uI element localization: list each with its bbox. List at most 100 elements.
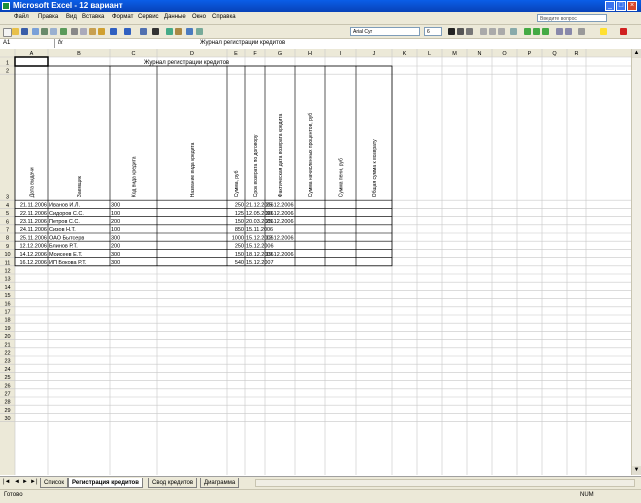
header-6: Срок возврата по договору xyxy=(253,134,259,197)
title-bar: Microsoft Excel - 12 вариант _ □ × xyxy=(0,0,641,12)
cell-r6-c7: 25.12.2006 xyxy=(266,219,294,225)
row-header-8: 8 xyxy=(6,236,9,242)
horizontal-scrollbar[interactable] xyxy=(255,479,635,487)
permission-icon[interactable] xyxy=(32,28,39,35)
header-8: Сумма начисленных процентов, руб xyxy=(308,113,314,197)
chart-wizard-icon[interactable] xyxy=(186,28,193,35)
comma-icon[interactable] xyxy=(542,28,549,35)
autosum-icon[interactable] xyxy=(152,28,159,35)
name-box[interactable]: A1 xyxy=(0,39,55,48)
grid-canvas[interactable]: A B C D E F G H I J K L M N O P Q R1234567891011121314151… xyxy=(0,49,641,475)
selected-cell-a1[interactable] xyxy=(14,56,49,67)
menu-format[interactable]: Формат xyxy=(112,14,133,20)
vertical-scrollbar[interactable]: ▲ ▼ xyxy=(631,49,641,475)
scroll-down-icon[interactable]: ▼ xyxy=(632,466,641,475)
cell-r5-c2: Сидоров С.С. xyxy=(49,211,84,217)
open-icon[interactable] xyxy=(12,28,19,35)
font-name-select[interactable]: Arial Cyr xyxy=(350,27,420,36)
cell-r7-c5: 850 xyxy=(235,227,244,233)
row-header-19: 19 xyxy=(4,326,10,332)
increase-decimal-icon[interactable] xyxy=(565,28,572,35)
excel-icon xyxy=(2,2,10,10)
new-icon[interactable] xyxy=(3,28,12,37)
underline-icon[interactable] xyxy=(466,28,473,35)
format-painter-icon[interactable] xyxy=(98,28,105,35)
hyperlink-icon[interactable] xyxy=(140,28,147,35)
row-header-23: 23 xyxy=(4,359,10,365)
tab-chart[interactable]: Диаграмма xyxy=(200,478,240,488)
tab-registration[interactable]: Регистрация кредитов xyxy=(68,478,143,488)
column-header-Q: Q xyxy=(552,51,557,57)
menu-tools[interactable]: Сервис xyxy=(138,14,159,20)
font-size-select[interactable]: 6 xyxy=(424,27,442,36)
copy-icon[interactable] xyxy=(80,28,87,35)
tab-summary[interactable]: Свод кредитов xyxy=(148,478,198,488)
header-1: Дата выдачи xyxy=(30,167,36,197)
menu-view[interactable]: Вид xyxy=(66,14,77,20)
prev-sheet-icon[interactable]: ◄ xyxy=(14,479,20,485)
save-icon[interactable] xyxy=(21,28,28,35)
status-ready: Готово xyxy=(4,492,23,498)
row-header-25: 25 xyxy=(4,375,10,381)
menu-edit[interactable]: Правка xyxy=(38,14,58,20)
menu-window[interactable]: Окно xyxy=(192,14,206,20)
undo-icon[interactable] xyxy=(110,28,117,35)
cell-r10-c5: 150 xyxy=(235,252,244,258)
formula-input[interactable]: Журнал регистрации кредитов xyxy=(200,39,285,48)
column-header-bar xyxy=(0,49,641,57)
first-sheet-icon[interactable]: |◄ xyxy=(3,479,11,485)
help-search-input[interactable]: Введите вопрос xyxy=(537,14,607,22)
percent-icon[interactable] xyxy=(533,28,540,35)
menu-insert[interactable]: Вставка xyxy=(82,14,104,20)
redo-icon[interactable] xyxy=(124,28,131,35)
fill-color-icon[interactable] xyxy=(600,28,607,35)
cell-r7-c3: 100 xyxy=(111,227,120,233)
close-button[interactable]: × xyxy=(627,1,637,11)
toolbar: Arial Cyr 6 xyxy=(0,25,641,39)
bold-icon[interactable] xyxy=(448,28,455,35)
column-header-O: O xyxy=(502,51,507,57)
currency-icon[interactable] xyxy=(524,28,531,35)
merge-center-icon[interactable] xyxy=(510,28,517,35)
cut-icon[interactable] xyxy=(71,28,78,35)
spelling-icon[interactable] xyxy=(60,28,67,35)
sort-asc-icon[interactable] xyxy=(166,28,173,35)
row-header-27: 27 xyxy=(4,392,10,398)
cell-r9-c1: 12.12.2006 xyxy=(19,244,47,250)
header-3: Код вида кредита xyxy=(132,156,138,197)
font-color-icon[interactable] xyxy=(620,28,627,35)
minimize-button[interactable]: _ xyxy=(605,1,615,11)
drawing-icon[interactable] xyxy=(196,28,203,35)
menu-file[interactable]: Файл xyxy=(14,14,29,20)
row-header-2: 2 xyxy=(6,69,9,75)
align-center-icon[interactable] xyxy=(489,28,496,35)
paste-icon[interactable] xyxy=(89,28,96,35)
maximize-button[interactable]: □ xyxy=(616,1,626,11)
print-icon[interactable] xyxy=(41,28,48,35)
borders-icon[interactable] xyxy=(578,28,585,35)
decrease-decimal-icon[interactable] xyxy=(556,28,563,35)
align-right-icon[interactable] xyxy=(498,28,505,35)
sort-desc-icon[interactable] xyxy=(175,28,182,35)
menu-help[interactable]: Справка xyxy=(212,14,236,20)
column-header-M: M xyxy=(452,51,457,57)
cell-r6-c1: 23.11.2006 xyxy=(20,219,47,225)
next-sheet-icon[interactable]: ► xyxy=(22,479,28,485)
scroll-up-icon[interactable]: ▲ xyxy=(632,49,641,58)
row-header-20: 20 xyxy=(4,334,10,340)
align-left-icon[interactable] xyxy=(480,28,487,35)
print-preview-icon[interactable] xyxy=(50,28,57,35)
italic-icon[interactable] xyxy=(457,28,464,35)
cell-r7-c1: 24.11.2006 xyxy=(20,227,47,233)
cell-r9-c3: 200 xyxy=(111,244,120,250)
menu-data[interactable]: Данные xyxy=(164,14,186,20)
last-sheet-icon[interactable]: ►| xyxy=(30,479,38,485)
row-header-29: 29 xyxy=(4,408,10,414)
spreadsheet-grid[interactable]: A B C D E F G H I J K L M N O P Q R 1 2 3 4 5 6 7 8 9 10 11 12 13 14 15 1… xyxy=(0,49,641,475)
column-header-E: E xyxy=(234,51,238,57)
tab-spisok[interactable]: Список xyxy=(40,478,68,488)
column-header-N: N xyxy=(478,51,482,57)
fx-icon[interactable]: fx xyxy=(58,39,63,48)
row-header-14: 14 xyxy=(4,285,10,291)
row-header-5: 5 xyxy=(6,211,9,217)
